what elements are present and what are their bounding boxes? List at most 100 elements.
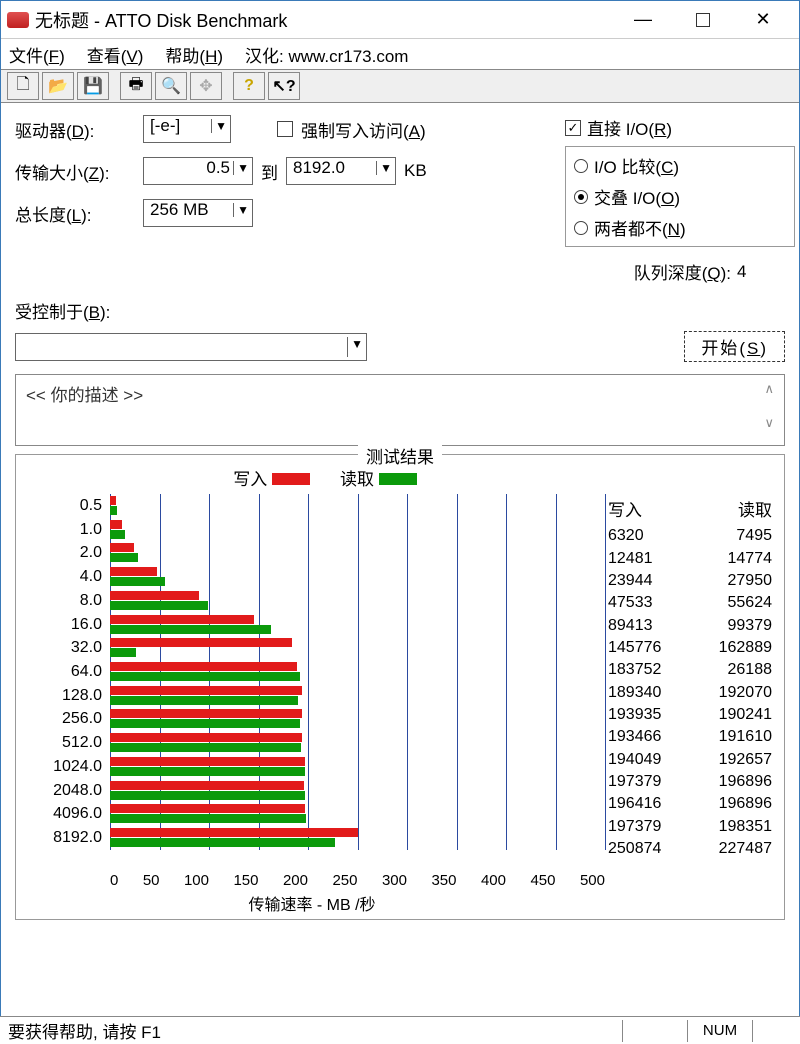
force-write-label: 强制写入访问(A) [301,117,426,142]
chart-ylabel: 4096.0 [32,805,102,823]
write-bar [110,496,116,505]
minimize-button[interactable]: — [613,7,673,33]
controlled-combo[interactable] [15,333,367,361]
drive-combo[interactable]: [-e-] [143,115,231,143]
nums-write-head: 写入 [608,496,642,521]
direct-io-checkbox[interactable]: ✓ [565,120,581,136]
write-bar [110,828,358,837]
controlled-label: 受控制于(B): [15,303,110,322]
status-cell-num: NUM [687,1020,752,1042]
xfer-to-word: 到 [261,159,278,184]
direct-io-label: 直接 I/O(R) [587,115,672,140]
result-row: 2394427950 [602,570,778,592]
open-icon[interactable]: 📂 [42,72,74,100]
chart-xaxis: 050100150200250300350400450500 [110,872,605,889]
chart-ylabel: 128.0 [32,687,102,705]
length-label: 总长度(L): [15,201,135,226]
read-bar [110,530,125,539]
write-bar [110,520,122,529]
chart-plot: 0.51.02.04.08.016.032.064.0128.0256.0512… [110,494,602,874]
chart-ylabel: 2048.0 [32,782,102,800]
menu-file[interactable]: 文件(F) [9,42,65,67]
toolbar: 🗋 📂 💾 🖶 🔍 ✥ ? ↖? [1,69,799,103]
chart-ylabel: 512.0 [32,734,102,752]
result-row: 18375226188 [602,659,778,681]
window-title: 无标题 - ATTO Disk Benchmark [35,7,613,33]
result-row: 194049192657 [602,748,778,770]
write-bar [110,686,302,695]
drive-label: 驱动器(D): [15,117,135,142]
result-row: 197379196896 [602,771,778,793]
menu-view[interactable]: 查看(V) [87,42,144,67]
result-row: 189340192070 [602,681,778,703]
whatsthis-icon[interactable]: ↖? [268,72,300,100]
menu-bar: 文件(F) 查看(V) 帮助(H) 汉化: www.cr173.com [1,39,799,69]
length-combo[interactable]: 256 MB [143,199,253,227]
read-swatch-icon [379,473,417,485]
write-bar [110,543,134,552]
status-help-text: 要获得帮助, 请按 F1 [8,1018,161,1043]
chart-ylabel: 0.5 [32,497,102,515]
xfer-label: 传输大小(Z): [15,159,135,184]
neither-label: 两者都不(N) [594,215,686,240]
result-row: 63207495 [602,525,778,547]
move-icon[interactable]: ✥ [190,72,222,100]
result-row: 193466191610 [602,726,778,748]
result-row: 4753355624 [602,592,778,614]
chart-ylabel: 8192.0 [32,829,102,847]
menu-help[interactable]: 帮助(H) [165,42,223,67]
write-bar [110,709,302,718]
description-input[interactable]: << 你的描述 >> ∧∨ [15,374,785,446]
menu-extra: 汉化: www.cr173.com [245,42,408,67]
help-icon[interactable]: ? [233,72,265,100]
neither-radio[interactable] [574,221,588,235]
read-bar [110,743,301,752]
write-bar [110,615,254,624]
preview-icon[interactable]: 🔍 [155,72,187,100]
read-bar [110,719,300,728]
xfer-unit: KB [404,161,427,181]
write-bar [110,804,305,813]
read-bar [110,506,117,515]
write-bar [110,662,297,671]
write-swatch-icon [272,473,310,485]
result-row: 197379198351 [602,815,778,837]
write-bar [110,733,302,742]
new-icon[interactable]: 🗋 [7,72,39,100]
close-button[interactable]: ✕ [733,7,793,33]
xfer-from-combo[interactable]: 0.5 [143,157,253,185]
chart-ylabel: 256.0 [32,710,102,728]
chart-ylabel: 8.0 [32,592,102,610]
results-panel: 测试结果 写入 读取 0.51.02.04.08.016.032.064.012… [15,454,785,920]
io-mode-group: I/O 比较(C) 交叠 I/O(O) 两者都不(N) [565,146,795,247]
description-placeholder: << 你的描述 >> [26,381,143,439]
read-bar [110,672,300,681]
overlap-label: 交叠 I/O(O) [594,184,680,209]
chart-ylabel: 4.0 [32,568,102,586]
read-bar [110,601,208,610]
results-title: 测试结果 [358,443,442,468]
queue-combo[interactable]: 4 [737,262,795,282]
write-bar [110,638,292,647]
chart-xlabel: 传输速率 - MB /秒 [22,891,602,915]
queue-label: 队列深度(Q): [634,259,731,284]
read-bar [110,648,136,657]
chart-ylabel: 1.0 [32,521,102,539]
overlap-radio[interactable] [574,190,588,204]
maximize-button[interactable] [673,7,733,33]
result-row: 1248114774 [602,547,778,569]
chart-ylabel: 16.0 [32,616,102,634]
io-compare-radio[interactable] [574,159,588,173]
start-button[interactable]: 开始(S) [684,331,785,362]
status-cell-1 [622,1020,687,1042]
save-icon[interactable]: 💾 [77,72,109,100]
chart-ylabel: 64.0 [32,663,102,681]
xfer-to-combo[interactable]: 8192.0 [286,157,396,185]
write-legend-label: 写入 [233,470,267,489]
read-bar [110,625,271,634]
read-bar [110,838,335,847]
print-icon[interactable]: 🖶 [120,72,152,100]
force-write-checkbox[interactable] [277,121,293,137]
write-bar [110,781,304,790]
scroll-icons[interactable]: ∧∨ [764,381,774,439]
